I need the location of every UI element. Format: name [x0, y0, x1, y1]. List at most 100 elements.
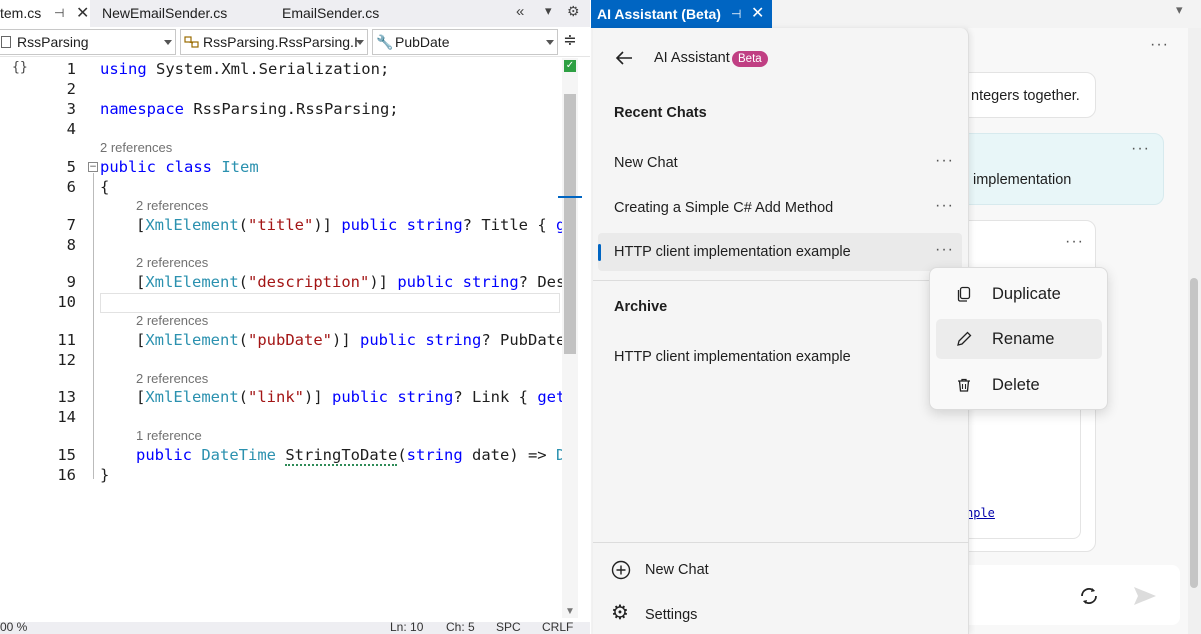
divider [593, 280, 969, 281]
line-number: 1 [66, 60, 76, 78]
codelens-references[interactable]: 1 reference [136, 428, 202, 443]
navigation-bar: RssParsing RssParsing.RssParsing.I 🔧 Pub… [0, 27, 590, 57]
chat-message-text: implementation [973, 172, 1072, 188]
caret-position-marker [558, 196, 582, 198]
codelens-references[interactable]: 2 references [136, 371, 208, 386]
duplicate-menu-item[interactable]: Duplicate [936, 274, 1102, 314]
chat-scrollbar-thumb[interactable] [1190, 278, 1198, 588]
close-tab-icon[interactable]: ✕ [76, 0, 89, 27]
tab-dropdown-icon[interactable]: ▾ [545, 3, 563, 23]
back-arrow-icon[interactable] [615, 50, 633, 66]
recent-chat-label: Creating a Simple C# Add Method [614, 200, 834, 216]
tab-emailsender[interactable]: EmailSender.cs [276, 0, 426, 27]
duplicate-label: Duplicate [992, 285, 1061, 303]
line-indicator[interactable]: Ln: 10 [390, 620, 423, 634]
chat-more-icon[interactable]: ··· [935, 241, 954, 259]
archive-chat-label: HTTP client implementation example [614, 349, 851, 365]
new-chat-button[interactable]: New Chat [603, 554, 953, 586]
pin-icon[interactable]: ⊣ [731, 0, 741, 28]
selection-indicator [598, 244, 601, 261]
panel-title-bar: ▾ [772, 0, 1201, 28]
code-line: [XmlElement("title")] public string? Tit… [136, 216, 575, 234]
line-number: 3 [66, 100, 76, 118]
code-link[interactable]: nple [966, 506, 995, 520]
recent-chat-item[interactable]: New Chat ··· [598, 144, 962, 182]
recent-chat-label: New Chat [614, 155, 678, 171]
code-line: [XmlElement("link")] public string? Link… [136, 388, 575, 406]
chat-message-text: ntegers together. [971, 88, 1080, 104]
code-line: [XmlElement("pubDate")] public string? P… [136, 331, 566, 349]
trash-icon [958, 378, 970, 392]
member-dropdown-value: PubDate [395, 34, 450, 50]
line-ending-indicator[interactable]: CRLF [542, 620, 573, 634]
chat-more-icon[interactable]: ··· [935, 152, 954, 170]
send-icon[interactable] [1132, 585, 1158, 607]
codelens-references[interactable]: 2 references [100, 140, 172, 155]
namespace-icon: {} [12, 60, 28, 75]
scroll-tabs-left-icon[interactable]: « [516, 3, 534, 23]
type-dropdown-value: RssParsing.RssParsing.I [203, 34, 358, 50]
line-number: 7 [66, 216, 76, 234]
whitespace-indicator[interactable]: SPC [496, 620, 521, 634]
line-number: 16 [57, 466, 76, 484]
recent-chats-heading: Recent Chats [614, 105, 707, 121]
code-area[interactable]: {} 1 2 3 4 5 6 7 8 9 10 11 12 13 14 15 1… [0, 58, 575, 618]
codelens-references[interactable]: 2 references [136, 198, 208, 213]
scroll-down-icon[interactable]: ▼ [565, 606, 575, 617]
codelens-references[interactable]: 2 references [136, 255, 208, 270]
chat-more-icon[interactable]: ··· [935, 197, 954, 215]
project-icon [1, 36, 11, 48]
project-dropdown[interactable]: RssParsing [0, 29, 176, 55]
rename-label: Rename [992, 330, 1055, 348]
add-circle-icon [611, 560, 631, 580]
line-number: 6 [66, 178, 76, 196]
project-dropdown-value: RssParsing [17, 34, 89, 50]
split-view-icon[interactable]: ≑ [562, 31, 578, 51]
column-indicator[interactable]: Ch: 5 [446, 620, 475, 634]
code-editor: tem.cs ⊣ ✕ NewEmailSender.cs EmailSender… [0, 0, 590, 634]
editor-status-bar: 00 % Ln: 10 Ch: 5 SPC CRLF [0, 620, 590, 634]
message-more-icon[interactable]: ··· [1131, 140, 1150, 158]
tab-label: EmailSender.cs [282, 5, 380, 21]
type-dropdown[interactable]: RssParsing.RssParsing.I [180, 29, 368, 55]
drawer-title: AI Assistant [654, 50, 730, 66]
chat-header-more-icon[interactable]: ··· [1150, 36, 1169, 54]
line-number: 4 [66, 120, 76, 138]
recent-chat-item[interactable]: Creating a Simple C# Add Method ··· [598, 189, 962, 227]
tab-item-cs[interactable]: tem.cs ⊣ ✕ [0, 0, 90, 27]
pin-icon[interactable]: ⊣ [54, 0, 64, 27]
archive-chat-item[interactable]: HTTP client implementation example [598, 338, 962, 376]
settings-gear-icon[interactable]: ⚙ [567, 3, 585, 23]
delete-label: Delete [992, 376, 1040, 394]
document-tab-bar: tem.cs ⊣ ✕ NewEmailSender.cs EmailSender… [0, 0, 590, 27]
refresh-icon[interactable] [1078, 585, 1100, 607]
rename-menu-item[interactable]: Rename [936, 319, 1102, 359]
archive-heading: Archive [614, 299, 668, 315]
zoom-level[interactable]: 00 % [0, 620, 27, 634]
chat-scrollbar[interactable] [1188, 28, 1201, 634]
ai-assistant-tab[interactable]: AI Assistant (Beta) ⊣ ✕ [591, 0, 772, 28]
delete-menu-item[interactable]: Delete [936, 365, 1102, 405]
scrollbar-thumb[interactable] [564, 94, 576, 354]
line-number: 11 [57, 331, 76, 349]
recent-chat-item-selected[interactable]: HTTP client implementation example ··· [598, 233, 962, 271]
message-more-icon[interactable]: ··· [1065, 233, 1084, 251]
code-line: } [100, 466, 110, 484]
tab-newemailsender[interactable]: NewEmailSender.cs [96, 0, 272, 27]
code-line: public class Item [100, 158, 259, 176]
status-ok-icon: ✓ [564, 60, 576, 72]
settings-button[interactable]: ⚙ Settings [603, 599, 953, 631]
close-panel-icon[interactable]: ✕ [751, 0, 764, 28]
panel-options-icon[interactable]: ▾ [1176, 2, 1183, 18]
codelens-references[interactable]: 2 references [136, 313, 208, 328]
chevron-down-icon [164, 40, 172, 45]
editor-vertical-scrollbar[interactable]: ✓ ▼ [558, 58, 582, 618]
beta-badge: Beta [732, 51, 768, 67]
class-icon [184, 36, 199, 48]
member-dropdown[interactable]: 🔧 PubDate [372, 29, 558, 55]
chevron-down-icon [546, 40, 554, 45]
collapse-toggle-icon[interactable]: − [88, 162, 98, 172]
code-line: [XmlElement("description")] public strin… [136, 273, 575, 291]
recent-chat-label: HTTP client implementation example [614, 244, 851, 260]
gear-icon: ⚙ [611, 602, 629, 624]
